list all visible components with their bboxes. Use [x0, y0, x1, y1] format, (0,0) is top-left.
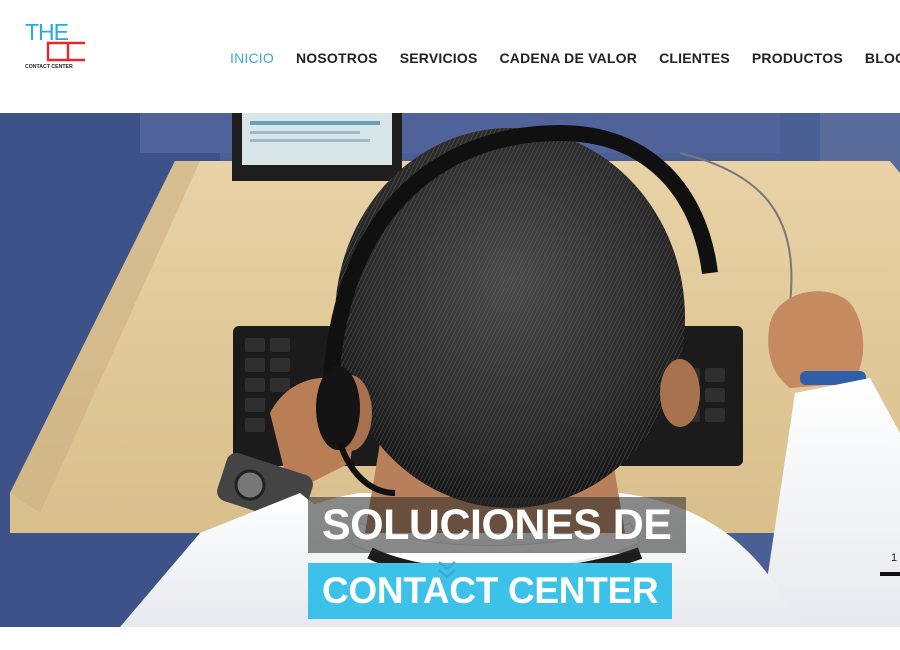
double-chevron-down-icon[interactable]: [436, 558, 458, 582]
logo[interactable]: THE CONTACT CENTER: [24, 19, 88, 74]
slide-number: 1: [891, 552, 898, 564]
site-header: THE CONTACT CENTER INICIO NOSOTROS SERVI…: [0, 0, 900, 113]
nav-item-productos[interactable]: PRODUCTOS: [752, 50, 843, 66]
nav-item-nosotros[interactable]: NOSOTROS: [296, 50, 378, 66]
nav-item-clientes[interactable]: CLIENTES: [659, 50, 730, 66]
logo-tagline: CONTACT CENTER: [25, 64, 73, 70]
slide-indicator[interactable]: [880, 572, 900, 576]
nav-item-servicios[interactable]: SERVICIOS: [400, 50, 478, 66]
hero-headline-line2: CONTACT CENTER: [308, 563, 673, 619]
nav-item-cadena-de-valor[interactable]: CADENA DE VALOR: [500, 50, 638, 66]
hero-headline-line1: SOLUCIONES DE: [308, 497, 686, 553]
logo-cc-mark: [46, 41, 85, 62]
logo-line1: THE: [25, 20, 69, 45]
logo-icon: THE CONTACT CENTER: [25, 19, 85, 70]
hero-slider: SOLUCIONES DE CONTACT CENTER: [0, 113, 900, 627]
main-nav: INICIO NOSOTROS SERVICIOS CADENA DE VALO…: [230, 50, 900, 66]
nav-item-blog[interactable]: BLOG: [865, 50, 900, 66]
nav-item-inicio[interactable]: INICIO: [230, 50, 274, 66]
